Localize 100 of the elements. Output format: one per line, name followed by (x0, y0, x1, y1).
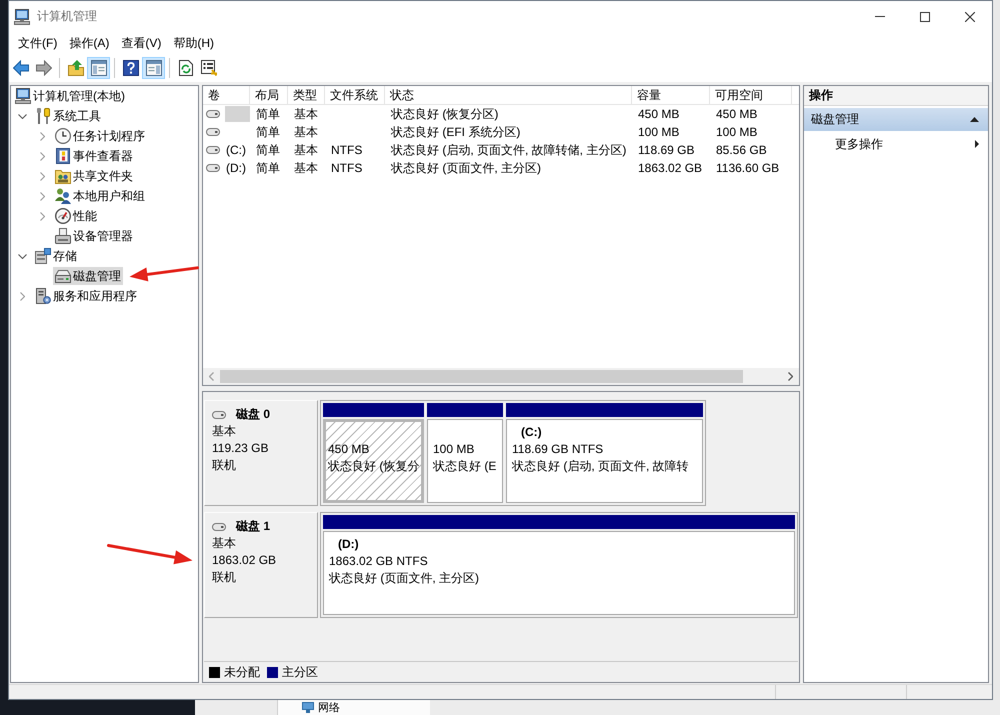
table-cell-text: NTFS (330, 160, 364, 177)
table-cell-text: 450 MB (715, 106, 758, 123)
scrollbar-thumb[interactable] (220, 370, 743, 383)
help-icon (122, 60, 138, 76)
table-cell-text: 状态良好 (启动, 页面文件, 故障转储, 主分区) (390, 142, 628, 159)
left-pane-icon (90, 60, 106, 76)
table-cell-text: 1863.02 GB (637, 160, 704, 177)
partition-block[interactable]: (C:) 118.69 GB NTFS 状态良好 (启动, 页面文件, 故障转 (506, 419, 703, 503)
drive-icon (212, 410, 226, 418)
nav-item[interactable]: 网络 (318, 702, 340, 715)
maximize-icon (920, 12, 930, 22)
drive-icon (212, 522, 226, 530)
computer-icon (14, 8, 30, 24)
pane-header: 操作 (804, 86, 988, 106)
tree-item[interactable]: 设备管理器 (53, 227, 135, 245)
column-header[interactable]: 可用空间 (710, 86, 792, 104)
disk-name: 磁盘 0 (236, 406, 270, 423)
table-cell-text: 100 MB (715, 124, 758, 141)
partition-block[interactable]: (D:) 1863.02 GB NTFS 状态良好 (页面文件, 主分区) (323, 531, 795, 615)
legend-label: 主分区 (282, 664, 318, 680)
clock-icon (55, 128, 71, 144)
chevron-right-icon[interactable] (40, 212, 44, 220)
tree-item[interactable]: 任务计划程序 (53, 127, 147, 145)
table-cell-text: 状态良好 (页面文件, 主分区) (390, 160, 542, 177)
table-cell-text: 1136.60 GB (715, 160, 780, 177)
tree-item[interactable]: 性能 (53, 207, 99, 225)
column-header[interactable]: 类型 (288, 86, 325, 104)
section-header[interactable]: 磁盘管理 (804, 108, 988, 131)
partition-size: 118.69 GB NTFS (512, 441, 604, 458)
column-header[interactable]: 文件系统 (325, 86, 385, 104)
table-cell-text: NTFS (330, 142, 364, 159)
forward-arrow-icon (36, 60, 52, 76)
table-cell-text: 简单 (255, 160, 281, 177)
hard-drive-icon (55, 268, 71, 284)
tree-item[interactable]: 系统工具 (33, 107, 103, 125)
partition-size: 100 MB (433, 441, 474, 458)
disk-size: 119.23 GB (212, 440, 268, 457)
column-header[interactable]: 布局 (250, 86, 288, 104)
drive-icon (206, 110, 220, 118)
partition-label: (D:) (338, 536, 359, 553)
table-cell-text: 118.69 GB (637, 142, 696, 159)
drive-icon (206, 128, 220, 136)
table-cell-text: 简单 (255, 124, 281, 141)
refresh-icon (178, 60, 194, 76)
tree-item[interactable]: 事件查看器 (53, 147, 135, 165)
close-icon (964, 12, 974, 22)
users-icon (55, 188, 71, 204)
tree-item[interactable]: 本地用户和组 (53, 187, 147, 205)
chevron-down-icon[interactable] (18, 114, 26, 118)
chevron-right-icon[interactable] (40, 192, 44, 200)
drive-icon (206, 146, 220, 154)
shared-folder-icon (55, 168, 71, 184)
menu-item[interactable]: 帮助(H) (167, 33, 220, 53)
chevron-right-icon[interactable] (788, 372, 793, 381)
partition-status: 状态良好 (E (433, 458, 496, 475)
disk-status: 联机 (212, 569, 236, 586)
tree-item[interactable]: 存储 (33, 247, 79, 265)
tree-item[interactable]: 共享文件夹 (53, 167, 135, 185)
gauge-icon (55, 208, 71, 224)
table-cell-text: 基本 (293, 124, 319, 141)
chevron-right-icon[interactable] (40, 132, 44, 140)
column-header[interactable]: 卷 (203, 86, 250, 104)
show-tree-button[interactable] (87, 57, 110, 79)
tools-icon (35, 108, 51, 124)
tree-item[interactable]: 服务和应用程序 (33, 287, 139, 305)
disk-status: 联机 (212, 457, 236, 474)
partition-status: 状态良好 (页面文件, 主分区) (329, 570, 479, 587)
menu-item[interactable]: 查看(V) (115, 33, 168, 53)
horizontal-scrollbar[interactable] (203, 368, 799, 385)
folder-up-icon (68, 60, 84, 76)
storage-icon (35, 248, 51, 264)
disk-size: 1863.02 GB (212, 552, 276, 569)
menu-item[interactable]: 文件(F) (12, 33, 64, 53)
list-icon (200, 60, 216, 76)
table-cell-text: 简单 (255, 106, 281, 123)
column-header[interactable]: 容量 (632, 86, 710, 104)
column-header[interactable]: 状态 (385, 86, 632, 104)
right-pane-icon (146, 60, 162, 76)
chevron-right-icon[interactable] (40, 152, 44, 160)
menu-item[interactable]: 操作(A) (63, 33, 116, 53)
table-cell-text: 85.56 GB (715, 142, 768, 159)
partition-status: 状态良好 (恢复分 (328, 458, 420, 475)
chevron-right-icon[interactable] (40, 172, 44, 180)
partition-status: 状态良好 (启动, 页面文件, 故障转 (512, 458, 689, 475)
partition-block[interactable]: 100 MB 状态良好 (E (427, 419, 503, 503)
tree-item[interactable]: 磁盘管理 (53, 267, 123, 285)
table-cell-text: 简单 (255, 142, 281, 159)
chevron-right-icon[interactable] (20, 292, 24, 300)
server-icon (35, 288, 51, 304)
action-link[interactable]: 更多操作 (804, 134, 988, 154)
show-action-pane-button[interactable] (142, 57, 165, 79)
table-cell-text: 基本 (293, 142, 319, 159)
computer-icon (15, 88, 31, 104)
chevron-down-icon[interactable] (18, 254, 26, 258)
tree-item[interactable]: 计算机管理(本地) (13, 87, 127, 105)
partition-size: 450 MB (328, 441, 370, 458)
partition-label: (C:) (521, 424, 542, 441)
triangle-up-icon[interactable] (970, 117, 979, 122)
table-cell-text: 基本 (293, 160, 319, 177)
partition-block[interactable]: 450 MB 状态良好 (恢复分 (323, 419, 424, 503)
